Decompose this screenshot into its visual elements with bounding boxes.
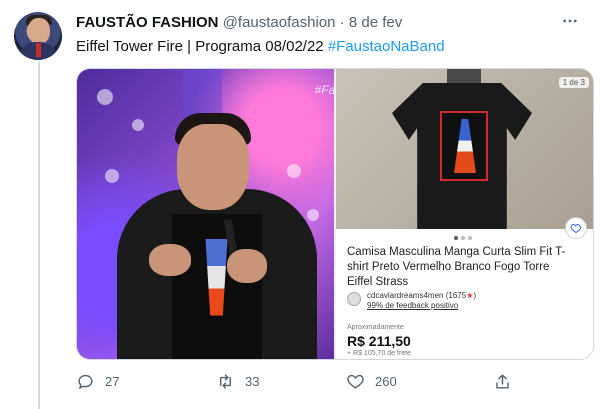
share-icon bbox=[496, 374, 509, 389]
shipping-cost: + R$ 105,70 de frete bbox=[347, 350, 412, 357]
heart-outline-icon bbox=[347, 374, 364, 389]
author-handle[interactable]: @faustaofashion bbox=[223, 14, 336, 31]
carousel-dots bbox=[454, 236, 472, 240]
seller-info: cdcaviardreams4men (1675★) 99% de feedba… bbox=[347, 291, 476, 311]
tweet-date[interactable]: 8 de fev bbox=[349, 14, 402, 31]
separator-dot: · bbox=[339, 14, 345, 31]
reply-button[interactable]: 27 bbox=[76, 372, 119, 391]
tv-show-photo[interactable]: #Faus bbox=[77, 69, 334, 359]
seller-feedback: 99% de feedback positivo bbox=[367, 301, 459, 310]
like-count: 260 bbox=[375, 374, 397, 389]
tweet[interactable]: FAUSTÃO FASHION @faustaofashion · 8 de f… bbox=[0, 0, 600, 409]
more-horizontal-icon[interactable] bbox=[560, 12, 580, 32]
show-watermark: #Faus bbox=[314, 83, 334, 97]
tweet-text: Eiffel Tower Fire | Programa 08/02/22 #F… bbox=[76, 37, 580, 57]
product-listing-screenshot[interactable]: 1 de 3 Camisa Masculina Manga Curta Slim… bbox=[336, 69, 593, 359]
tweet-header: FAUSTÃO FASHION @faustaofashion · 8 de f… bbox=[76, 14, 580, 34]
eiffel-tower-graphic bbox=[454, 119, 476, 173]
heart-icon[interactable] bbox=[565, 217, 587, 239]
seller-score: (1675 bbox=[445, 291, 467, 300]
author-name[interactable]: FAUSTÃO FASHION bbox=[76, 14, 219, 31]
tweet-text-body: Eiffel Tower Fire | Programa 08/02/22 bbox=[76, 38, 324, 55]
retweet-icon bbox=[220, 374, 231, 389]
product-title: Camisa Masculina Manga Curta Slim Fit T-… bbox=[347, 246, 566, 288]
image-page-indicator: 1 de 3 bbox=[558, 77, 589, 88]
seller-score-close: ) bbox=[473, 291, 477, 300]
seller-avatar bbox=[347, 292, 361, 306]
product-image: 1 de 3 bbox=[336, 69, 593, 229]
retweet-button[interactable]: 33 bbox=[216, 372, 259, 391]
author-avatar[interactable] bbox=[14, 12, 62, 60]
reply-icon bbox=[78, 374, 93, 390]
hashtag-link[interactable]: #FaustaoNaBand bbox=[328, 38, 445, 55]
like-button[interactable]: 260 bbox=[346, 372, 397, 391]
share-button[interactable] bbox=[493, 372, 512, 391]
tweet-media[interactable]: #Faus 1 de 3 Camisa Masculin bbox=[76, 68, 594, 360]
retweet-count: 33 bbox=[245, 374, 260, 389]
tshirt-print bbox=[440, 111, 488, 181]
tweet-actions: 27 33 260 bbox=[76, 372, 556, 394]
thread-line bbox=[38, 62, 40, 409]
product-price: R$ 211,50 bbox=[347, 333, 411, 349]
price-label: Aproximadamente bbox=[347, 324, 404, 331]
seller-name: cdcaviardreams4men bbox=[367, 291, 444, 300]
reply-count: 27 bbox=[105, 374, 120, 389]
